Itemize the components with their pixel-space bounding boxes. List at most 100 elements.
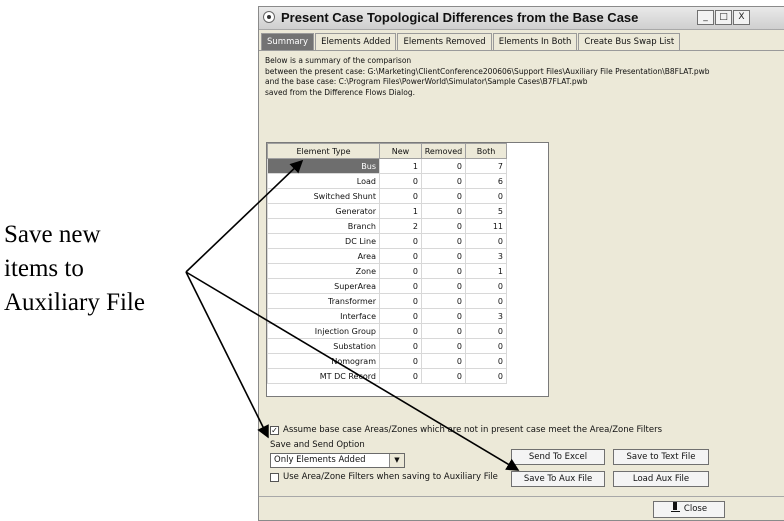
cell-both: 7 xyxy=(465,158,507,174)
dialog-window: Present Case Topological Differences fro… xyxy=(258,6,784,521)
cell-both: 5 xyxy=(465,203,507,219)
cell-removed: 0 xyxy=(421,218,466,234)
column-header-both[interactable]: Both xyxy=(465,143,507,159)
cell-both: 11 xyxy=(465,218,507,234)
summary-text: Below is a summary of the comparison bet… xyxy=(265,56,710,98)
table-row[interactable]: Area 0 0 3 xyxy=(267,248,507,264)
cell-both: 1 xyxy=(465,263,507,279)
cell-new: 0 xyxy=(379,233,422,249)
table-row[interactable]: Substation 0 0 0 xyxy=(267,338,507,354)
send-to-excel-button[interactable]: Send To Excel xyxy=(511,449,605,465)
cell-new: 0 xyxy=(379,248,422,264)
table-row[interactable]: Branch 2 0 11 xyxy=(267,218,507,234)
cell-element-type: Zone xyxy=(267,263,380,279)
save-send-option-value: Only Elements Added xyxy=(274,455,366,465)
close-button-label: Close xyxy=(683,504,708,514)
cell-removed: 0 xyxy=(421,278,466,294)
tab-create-bus-swap-list[interactable]: Create Bus Swap List xyxy=(578,33,681,51)
save-to-text-file-button[interactable]: Save to Text File xyxy=(613,449,709,465)
cell-removed: 0 xyxy=(421,248,466,264)
tab-elements-removed[interactable]: Elements Removed xyxy=(397,33,492,51)
summary-line: saved from the Difference Flows Dialog. xyxy=(265,87,415,97)
chevron-down-icon[interactable]: ▼ xyxy=(389,454,404,467)
cell-both: 0 xyxy=(465,233,507,249)
cell-removed: 0 xyxy=(421,308,466,324)
table-row[interactable]: SuperArea 0 0 0 xyxy=(267,278,507,294)
table-row[interactable]: Load 0 0 6 xyxy=(267,173,507,189)
summary-line: and the base case: C:\Program Files\Powe… xyxy=(265,77,588,86)
use-filters-checkbox[interactable] xyxy=(270,473,279,482)
cell-removed: 0 xyxy=(421,293,466,309)
column-header-element-type[interactable]: Element Type xyxy=(267,143,380,159)
table-row[interactable]: Zone 0 0 1 xyxy=(267,263,507,279)
table-row[interactable]: Switched Shunt 0 0 0 xyxy=(267,188,507,204)
cell-removed: 0 xyxy=(421,158,466,174)
summary-table: Element Type New Removed Both Bus 1 0 7 Load… xyxy=(266,142,549,397)
annotation-text: Save new items to Auxiliary File xyxy=(4,218,204,320)
cell-both: 0 xyxy=(465,278,507,294)
cell-element-type: Generator xyxy=(267,203,380,219)
save-to-aux-file-button[interactable]: Save To Aux File xyxy=(511,471,605,487)
cell-both: 0 xyxy=(465,338,507,354)
tab-divider xyxy=(259,50,784,51)
cell-removed: 0 xyxy=(421,323,466,339)
annotation-line: Save new xyxy=(4,221,101,248)
assume-base-checkbox[interactable]: ✓ xyxy=(270,426,279,435)
cell-new: 0 xyxy=(379,263,422,279)
cell-both: 0 xyxy=(465,353,507,369)
save-send-option-label: Save and Send Option xyxy=(270,440,365,450)
cell-new: 0 xyxy=(379,323,422,339)
cell-new: 0 xyxy=(379,173,422,189)
cell-both: 3 xyxy=(465,308,507,324)
cell-both: 0 xyxy=(465,368,507,384)
minimize-icon[interactable]: _ xyxy=(697,10,714,25)
cell-new: 2 xyxy=(379,218,422,234)
save-send-option-select[interactable]: Only Elements Added ▼ xyxy=(270,453,405,468)
cell-element-type: MT DC Record xyxy=(267,368,380,384)
summary-line: Below is a summary of the comparison xyxy=(265,56,412,65)
tab-strip: Summary Elements Added Elements Removed … xyxy=(261,33,681,51)
cell-both: 0 xyxy=(465,188,507,204)
table-row[interactable]: DC Line 0 0 0 xyxy=(267,233,507,249)
app-icon xyxy=(263,11,275,23)
cell-element-type: Nomogram xyxy=(267,353,380,369)
cell-both: 6 xyxy=(465,173,507,189)
tab-elements-in-both[interactable]: Elements In Both xyxy=(492,33,578,51)
cell-new: 0 xyxy=(379,308,422,324)
cell-element-type: Area xyxy=(267,248,380,264)
table-row[interactable]: Bus 1 0 7 xyxy=(267,158,507,174)
door-icon xyxy=(670,502,680,512)
cell-element-type: Bus xyxy=(267,158,380,174)
table-row[interactable]: Transformer 0 0 0 xyxy=(267,293,507,309)
load-aux-file-button[interactable]: Load Aux File xyxy=(613,471,709,487)
annotation-line: Auxiliary File xyxy=(4,289,145,316)
close-button[interactable]: Close xyxy=(653,501,725,518)
column-header-new[interactable]: New xyxy=(379,143,422,159)
cell-removed: 0 xyxy=(421,338,466,354)
cell-removed: 0 xyxy=(421,203,466,219)
table-row[interactable]: Nomogram 0 0 0 xyxy=(267,353,507,369)
close-icon[interactable]: X xyxy=(733,10,750,25)
cell-element-type: Branch xyxy=(267,218,380,234)
title-bar[interactable]: Present Case Topological Differences fro… xyxy=(259,7,784,30)
table-row[interactable]: MT DC Record 0 0 0 xyxy=(267,368,507,384)
cell-new: 0 xyxy=(379,188,422,204)
column-header-removed[interactable]: Removed xyxy=(421,143,466,159)
use-filters-label: Use Area/Zone Filters when saving to Aux… xyxy=(283,472,498,482)
annotation-line: items to xyxy=(4,255,84,282)
cell-removed: 0 xyxy=(421,188,466,204)
cell-element-type: Switched Shunt xyxy=(267,188,380,204)
maximize-icon[interactable]: □ xyxy=(715,10,732,25)
cell-new: 0 xyxy=(379,338,422,354)
cell-element-type: Injection Group xyxy=(267,323,380,339)
tab-elements-added[interactable]: Elements Added xyxy=(315,33,397,51)
summary-line: between the present case: G:\Marketing\C… xyxy=(265,66,710,76)
assume-base-label: Assume base case Areas/Zones which are n… xyxy=(283,425,663,435)
tab-summary[interactable]: Summary xyxy=(261,33,315,51)
table-row[interactable]: Injection Group 0 0 0 xyxy=(267,323,507,339)
cell-removed: 0 xyxy=(421,368,466,384)
cell-element-type: Load xyxy=(267,173,380,189)
table-row[interactable]: Interface 0 0 3 xyxy=(267,308,507,324)
table-row[interactable]: Generator 1 0 5 xyxy=(267,203,507,219)
cell-both: 0 xyxy=(465,323,507,339)
